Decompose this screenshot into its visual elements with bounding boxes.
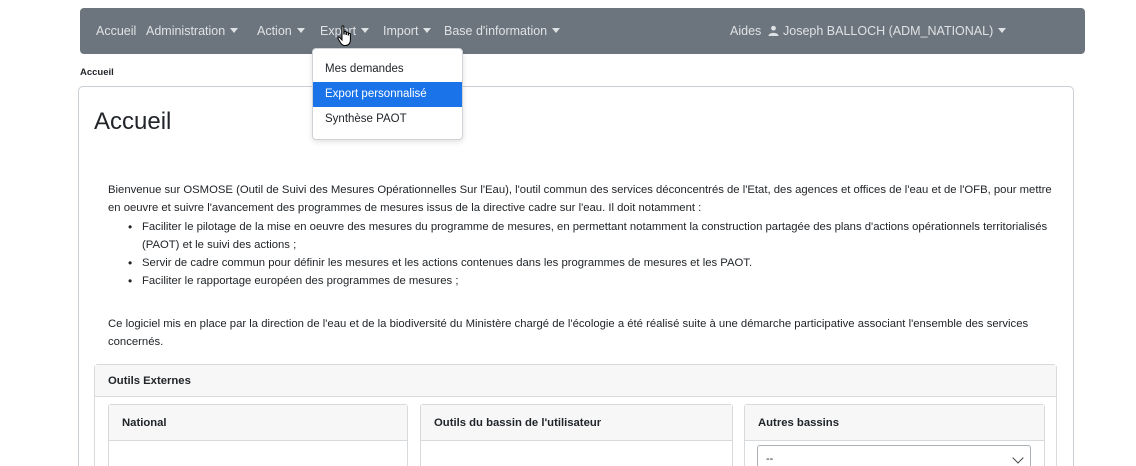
menu-item-synthese-paot[interactable]: Synthèse PAOT bbox=[313, 107, 462, 132]
top-navbar: Accueil Administration Action Export Imp… bbox=[0, 0, 1136, 62]
chevron-down-icon bbox=[1012, 452, 1024, 464]
feature-list: Faciliter le pilotage de la mise en oeuv… bbox=[108, 218, 1048, 290]
nav-action-label: Action bbox=[257, 24, 292, 38]
nav-user-label: Joseph BALLOCH (ADM_NATIONAL) bbox=[783, 24, 994, 38]
other-basins-box: Autres bassins -- bbox=[744, 404, 1045, 466]
export-dropdown-menu: Mes demandes Export personnalisé Synthès… bbox=[312, 48, 463, 140]
chevron-down-icon bbox=[552, 28, 561, 34]
national-tools-header: National bbox=[109, 405, 407, 441]
national-tools-box: National bbox=[108, 404, 408, 466]
nav-administration[interactable]: Administration bbox=[146, 8, 239, 54]
external-tools-title: Outils Externes bbox=[95, 365, 1056, 397]
nav-accueil[interactable]: Accueil bbox=[96, 8, 136, 54]
menu-item-mes-demandes[interactable]: Mes demandes bbox=[313, 57, 462, 82]
other-basins-select-value: -- bbox=[766, 453, 774, 465]
page-title: Accueil bbox=[94, 108, 172, 135]
nav-base-information[interactable]: Base d'information bbox=[444, 8, 561, 54]
nav-user-menu[interactable]: Joseph BALLOCH (ADM_NATIONAL) bbox=[768, 8, 1007, 54]
chevron-down-icon bbox=[998, 28, 1007, 34]
other-basins-select[interactable]: -- bbox=[757, 445, 1031, 466]
list-item: Faciliter le pilotage de la mise en oeuv… bbox=[108, 218, 1048, 254]
chevron-down-icon bbox=[361, 28, 370, 34]
menu-item-export-personnalise[interactable]: Export personnalisé bbox=[313, 82, 462, 107]
list-item: Servir de cadre commun pour définir les … bbox=[108, 254, 1048, 272]
nav-base-information-label: Base d'information bbox=[444, 24, 548, 38]
chevron-down-icon bbox=[296, 28, 305, 34]
navbar-bar: Accueil Administration Action Export Imp… bbox=[80, 8, 1085, 54]
nav-aides[interactable]: Aides bbox=[730, 8, 761, 54]
user-icon bbox=[768, 25, 779, 36]
chevron-down-icon bbox=[423, 28, 432, 34]
other-basins-header: Autres bassins bbox=[745, 405, 1044, 441]
breadcrumb[interactable]: Accueil bbox=[80, 67, 114, 78]
list-item: Faciliter le rapportage européen des pro… bbox=[108, 272, 1048, 290]
nav-administration-label: Administration bbox=[146, 24, 226, 38]
basin-tools-header: Outils du bassin de l'utilisateur bbox=[421, 405, 732, 441]
basin-tools-box: Outils du bassin de l'utilisateur bbox=[420, 404, 733, 466]
nav-import-label: Import bbox=[383, 24, 419, 38]
nav-action[interactable]: Action bbox=[257, 8, 305, 54]
chevron-down-icon bbox=[230, 28, 239, 34]
outro-paragraph: Ce logiciel mis en place par la directio… bbox=[108, 318, 1029, 348]
intro-paragraph: Bienvenue sur OSMOSE (Outil de Suivi des… bbox=[108, 184, 1052, 214]
hand-cursor-icon bbox=[337, 25, 351, 46]
